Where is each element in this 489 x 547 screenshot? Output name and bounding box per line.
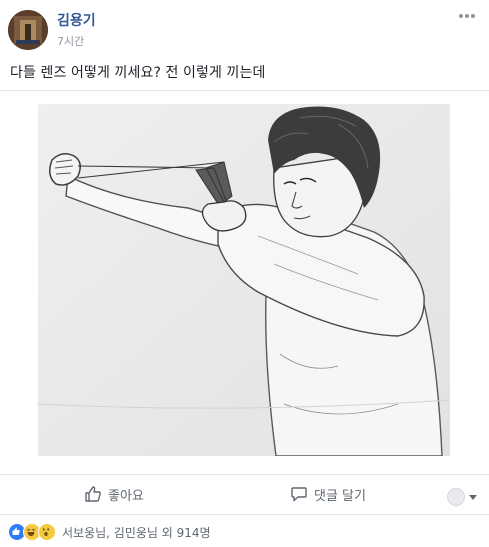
avatar[interactable] bbox=[8, 10, 48, 50]
comment-label: 댓글 달기 bbox=[314, 488, 366, 504]
post-time[interactable]: 7시간 bbox=[57, 33, 84, 49]
thumbs-up-icon bbox=[85, 486, 101, 502]
post-actions-bar: 좋아요 댓글 달기 bbox=[0, 474, 489, 515]
viewer-avatar bbox=[447, 488, 465, 506]
like-button[interactable]: 좋아요 bbox=[84, 484, 144, 504]
comment-bubble-icon bbox=[291, 487, 307, 502]
reaction-names: 서보웅님, 김민웅님 외 914명 bbox=[62, 525, 211, 540]
post-header: 김용기 7시간 bbox=[0, 0, 489, 56]
post-photo-frame bbox=[0, 90, 489, 475]
caret-down-icon bbox=[469, 494, 477, 500]
more-dots-icon[interactable] bbox=[459, 14, 475, 20]
wow-reaction-icon bbox=[38, 523, 56, 541]
reactions-summary[interactable]: 서보웅님, 김민웅님 외 914명 bbox=[8, 522, 211, 542]
author-name[interactable]: 김용기 bbox=[57, 10, 96, 30]
post-photo[interactable] bbox=[37, 104, 451, 457]
comment-button[interactable]: 댓글 달기 bbox=[290, 484, 366, 504]
like-label: 좋아요 bbox=[108, 488, 144, 504]
reaction-selector[interactable] bbox=[447, 488, 477, 506]
post-text: 다들 렌즈 어떻게 끼세요? 전 이렇게 끼는데 bbox=[10, 65, 266, 81]
